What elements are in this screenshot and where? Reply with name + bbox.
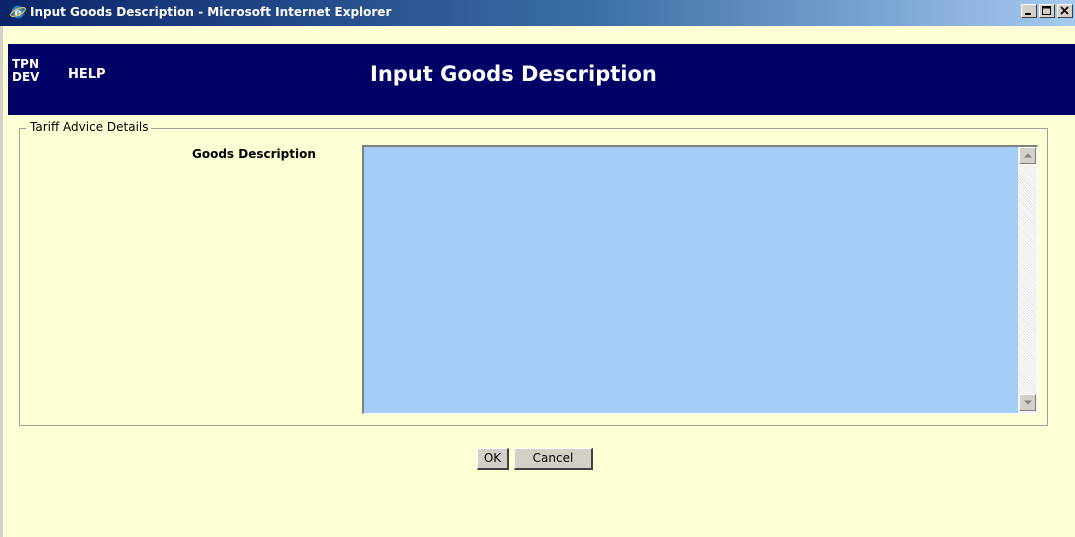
- window-controls: [1019, 4, 1073, 21]
- window-title: Input Goods Description - Microsoft Inte…: [30, 5, 392, 19]
- scroll-down-icon[interactable]: [1019, 394, 1036, 411]
- goods-description-container: [362, 145, 1038, 414]
- minimize-icon[interactable]: [1021, 4, 1037, 18]
- window-border: [0, 26, 3, 537]
- environment-line-2: DEV: [12, 70, 40, 84]
- ok-button[interactable]: OK: [477, 448, 509, 470]
- textarea-scrollbar[interactable]: [1018, 147, 1037, 413]
- page-title: Input Goods Description: [370, 62, 657, 86]
- fieldset-legend: Tariff Advice Details: [26, 120, 151, 134]
- goods-description-label: Goods Description: [192, 147, 316, 161]
- window-title-bar[interactable]: e Input Goods Description - Microsoft In…: [0, 0, 1075, 26]
- cancel-button[interactable]: Cancel: [514, 448, 593, 470]
- maximize-icon[interactable]: [1039, 4, 1055, 18]
- goods-description-textarea[interactable]: [364, 147, 1018, 413]
- page-header: TPN DEV HELP Input Goods Description: [8, 44, 1075, 115]
- environment-label: TPN DEV: [12, 58, 39, 84]
- close-icon[interactable]: [1057, 4, 1073, 18]
- scroll-up-icon[interactable]: [1019, 147, 1036, 164]
- internet-explorer-icon: e: [10, 4, 26, 20]
- help-link[interactable]: HELP: [68, 67, 106, 82]
